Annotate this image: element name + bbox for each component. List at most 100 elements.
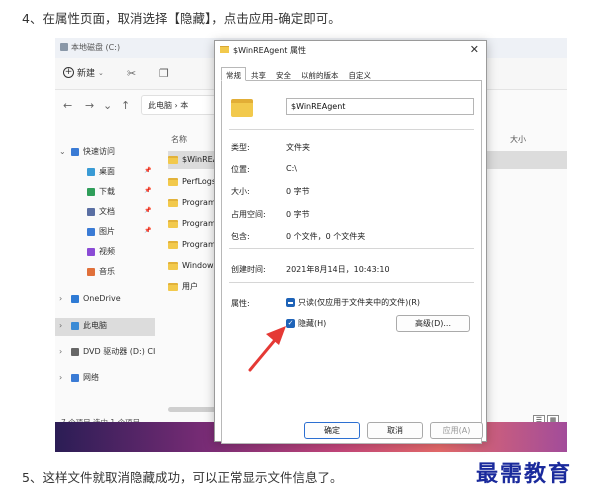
file-list-item[interactable]: Program <box>168 219 216 228</box>
sidebar-item-label: 音乐 <box>99 267 115 276</box>
sidebar-item[interactable]: 下载 <box>75 186 115 197</box>
star-icon <box>71 147 79 156</box>
document-icon <box>87 207 95 216</box>
column-header-size[interactable]: 大小 <box>510 134 526 145</box>
folder-icon <box>168 261 178 270</box>
computer-icon <box>71 321 79 330</box>
sidebar-item[interactable]: 桌面 <box>75 166 115 177</box>
up-icon[interactable]: ↑ <box>121 99 130 112</box>
hidden-checkbox[interactable]: ✓ <box>286 319 295 328</box>
dialog-title: $WinREAgent 属性 <box>233 46 306 55</box>
folder-icon <box>168 240 178 249</box>
file-name: $WinREA <box>182 155 219 164</box>
tab-general[interactable]: 常规 <box>221 67 246 81</box>
sidebar-item[interactable]: 图片 <box>75 226 115 237</box>
sidebar-item[interactable]: 视频 <box>75 246 115 257</box>
explorer-title: 本地磁盘 (C:) <box>71 43 121 52</box>
file-name: PerfLogs <box>182 177 217 186</box>
readonly-checkbox-row[interactable]: 只读(仅应用于文件夹中的文件)(R) <box>286 297 420 308</box>
address-bar[interactable]: 此电脑 › 本 <box>141 95 221 115</box>
divider <box>229 282 474 283</box>
disk-size-value: 0 字节 <box>286 210 310 219</box>
chevron-icon: › <box>59 294 63 303</box>
apply-button[interactable]: 应用(A) <box>430 422 483 439</box>
sidebar-item-label: OneDrive <box>83 294 121 303</box>
sidebar-item-label: 视频 <box>99 247 115 256</box>
sidebar-item-label: 快速访问 <box>83 147 115 156</box>
folder-icon <box>168 219 178 228</box>
readonly-checkbox[interactable] <box>286 298 295 307</box>
new-button[interactable]: + 新建 ⌄ <box>63 66 104 79</box>
folder-icon <box>220 46 229 53</box>
drive-icon <box>60 43 68 51</box>
sidebar-item[interactable]: › 网络 <box>59 372 99 383</box>
folder-icon <box>168 198 178 207</box>
sidebar-item-label: 桌面 <box>99 167 115 176</box>
pin-icon: 📌 <box>144 227 152 234</box>
sidebar-item-label: 文档 <box>99 207 115 216</box>
step-4-caption: 4、在属性页面，取消选择【隐藏】，点击应用-确定即可。 <box>22 11 341 26</box>
contains-label: 包含: <box>231 232 250 241</box>
sidebar-item-label: 图片 <box>99 227 115 236</box>
column-header-name[interactable]: 名称 <box>171 134 187 145</box>
sidebar-item[interactable]: 音乐 <box>75 266 115 277</box>
address-path: 此电脑 › 本 <box>148 101 189 110</box>
close-icon[interactable]: ✕ <box>470 43 479 56</box>
video-icon <box>87 247 95 256</box>
file-list-item[interactable]: Program <box>168 240 216 249</box>
tab-previous-versions[interactable]: 以前的版本 <box>296 67 344 81</box>
type-value: 文件夹 <box>286 143 310 152</box>
sidebar-item-label: DVD 驱动器 (D:) CI <box>83 347 156 356</box>
disk-size-label: 占用空间: <box>231 210 266 219</box>
tab-customize[interactable]: 自定义 <box>344 67 377 81</box>
sidebar-item[interactable]: › 此电脑 <box>59 320 107 331</box>
network-icon <box>71 373 79 382</box>
file-list-item[interactable]: PerfLogs <box>168 177 216 186</box>
advanced-button[interactable]: 高级(D)... <box>396 315 470 332</box>
chevron-icon: › <box>59 347 63 356</box>
created-value: 2021年8月14日，10:43:10 <box>286 265 390 274</box>
file-list-item[interactable]: Program <box>168 198 216 207</box>
music-icon <box>87 267 95 276</box>
divider <box>229 248 474 249</box>
new-button-label: 新建 <box>77 69 96 79</box>
chevron-down-icon: ⌄ <box>98 68 104 77</box>
readonly-label: 只读(仅应用于文件夹中的文件)(R) <box>298 298 421 307</box>
chevron-icon: › <box>59 321 63 330</box>
folder-icon <box>168 282 178 291</box>
file-name: Program <box>182 219 216 228</box>
sidebar-item[interactable]: ⌄ 快速访问 <box>59 146 115 157</box>
file-list-item[interactable]: $WinREA <box>168 155 218 164</box>
forward-icon[interactable]: → <box>85 99 94 112</box>
sidebar-item[interactable]: › DVD 驱动器 (D:) CI <box>59 346 155 357</box>
divider <box>229 129 474 130</box>
copy-icon[interactable]: ❐ <box>159 67 169 80</box>
chevron-icon: › <box>59 373 63 382</box>
tab-security[interactable]: 安全 <box>271 67 296 81</box>
tab-sharing[interactable]: 共享 <box>246 67 271 81</box>
pin-icon: 📌 <box>144 167 152 174</box>
cloud-icon <box>71 294 79 303</box>
sidebar-item-label: 下载 <box>99 187 115 196</box>
sidebar-item[interactable]: › OneDrive <box>59 294 121 303</box>
file-list-item[interactable]: Windows <box>168 261 218 270</box>
sidebar-item[interactable]: 文档 <box>75 206 115 217</box>
back-icon[interactable]: ← <box>63 99 72 112</box>
pin-icon: 📌 <box>144 207 152 214</box>
location-value: C:\ <box>286 164 297 173</box>
chevron-down-icon[interactable]: ⌄ <box>103 99 112 112</box>
folder-icon <box>231 99 253 117</box>
file-name: 用户 <box>182 282 198 291</box>
ok-button[interactable]: 确定 <box>304 422 360 439</box>
folder-name-input[interactable]: $WinREAgent <box>286 98 474 115</box>
cut-icon[interactable]: ✂ <box>127 67 136 80</box>
general-tab-panel <box>221 80 482 444</box>
dvd-icon <box>71 347 79 356</box>
cancel-button[interactable]: 取消 <box>367 422 423 439</box>
file-name: Windows <box>182 261 218 270</box>
plus-icon: + <box>63 67 74 78</box>
sidebar-item-label: 网络 <box>83 373 99 382</box>
file-list-item[interactable]: 用户 <box>168 281 198 292</box>
created-label: 创建时间: <box>231 265 266 274</box>
hidden-checkbox-row[interactable]: ✓ 隐藏(H) <box>286 318 326 329</box>
